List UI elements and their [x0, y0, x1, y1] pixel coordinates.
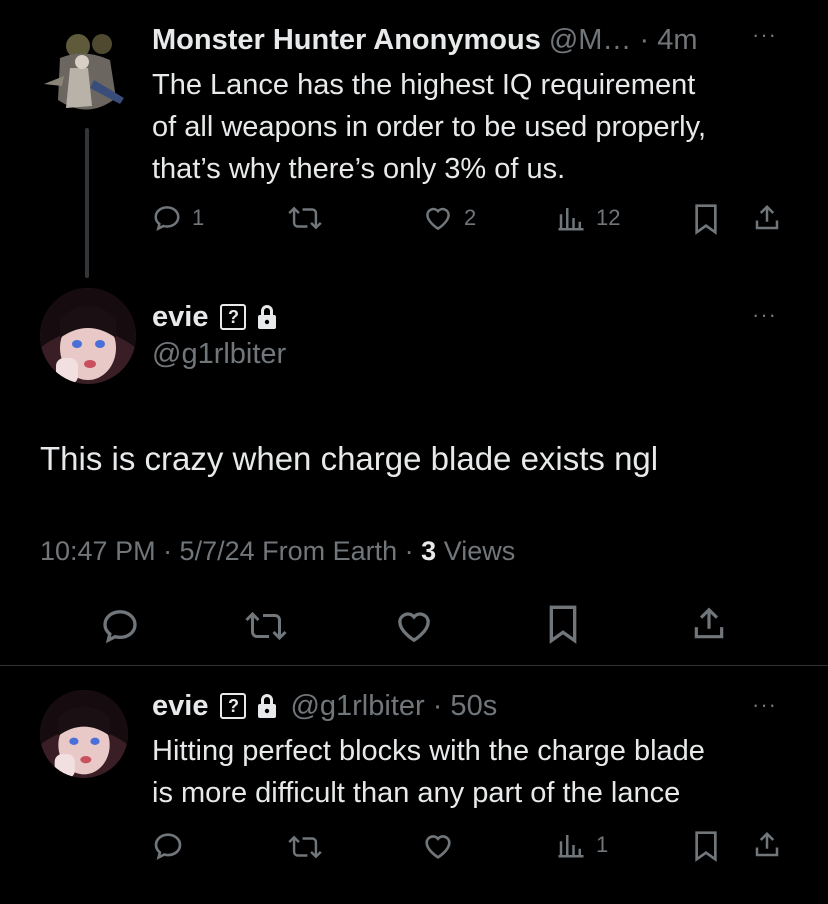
tweet1-author[interactable]: Monster Hunter Anonymous [152, 24, 541, 57]
tweet1-views-count: 12 [596, 205, 621, 230]
reply-text: Hitting perfect blocks with the charge b… [152, 730, 705, 814]
share-icon [755, 204, 779, 230]
tweet1-text: The Lance has the highest IQ requirement… [152, 64, 706, 190]
tweet1-bookmark-button[interactable] [692, 203, 720, 235]
help-badge-icon: ? [220, 693, 247, 719]
tweet1-like-button[interactable]: 2 [422, 203, 476, 233]
main-tweet-handle[interactable]: @g1rlbiter [152, 338, 286, 371]
tweet1-more-button[interactable]: ··· [752, 22, 777, 48]
main-like-button[interactable] [394, 606, 434, 646]
lock-icon [256, 304, 278, 330]
reply-views-count: 1 [596, 832, 609, 857]
main-share-button[interactable] [690, 604, 728, 644]
main-bookmark-button[interactable] [546, 604, 580, 644]
main-tweet-author[interactable]: evie [152, 301, 208, 334]
reply-share-button[interactable] [752, 829, 782, 861]
reply-header: evie ? @g1rlbiter · 50s [152, 689, 497, 723]
views-icon [556, 203, 586, 233]
bookmark-icon [549, 605, 577, 644]
evie-avatar-image [40, 288, 136, 384]
main-tweet-meta: 10:47 PM · 5/7/24 From Earth · 3 Views [40, 536, 515, 567]
reply-text-line: Hitting perfect blocks with the charge b… [152, 735, 705, 767]
reply-icon [103, 610, 137, 644]
tweet1-text-line: that’s why there’s only 3% of us. [152, 153, 566, 185]
reply-handle-time[interactable]: @g1rlbiter · 50s [290, 690, 497, 723]
tweet1-text-line: The Lance has the highest IQ requirement [152, 69, 696, 101]
share-icon [694, 607, 724, 639]
reply-more-button[interactable]: ··· [752, 692, 777, 718]
evie-avatar-image [40, 690, 128, 778]
heart-icon [422, 203, 454, 233]
tweet1-reply-button[interactable]: 1 [152, 203, 204, 233]
main-repost-button[interactable] [244, 608, 288, 644]
tweet1-share-button[interactable] [752, 202, 782, 234]
tweet1-handle-time[interactable]: @M… · 4m [549, 24, 698, 57]
monster-hunter-avatar-image [40, 28, 128, 120]
main-tweet-views-label: Views [436, 536, 516, 566]
help-badge-icon: ? [220, 304, 247, 330]
tweet1-reply-count: 1 [192, 205, 205, 230]
reply-reply-button[interactable] [152, 830, 184, 862]
heart-icon [425, 835, 451, 859]
avatar-evie-reply[interactable] [40, 690, 128, 778]
lock-icon [256, 693, 278, 719]
tweet1-header: Monster Hunter Anonymous @M… · 4m [152, 22, 697, 58]
avatar-evie[interactable] [40, 288, 136, 384]
repost-icon [245, 611, 287, 641]
main-tweet-text: This is crazy when charge blade exists n… [40, 440, 659, 477]
bookmark-icon [695, 831, 717, 862]
repost-icon [288, 835, 322, 859]
tweet1-like-count: 2 [464, 205, 477, 230]
main-tweet-more-button[interactable]: ··· [752, 302, 777, 328]
reply-icon [152, 203, 182, 233]
avatar-monster-hunter[interactable] [40, 28, 128, 120]
tweet1-repost-button[interactable] [288, 203, 322, 233]
thread-line [85, 128, 89, 278]
divider [0, 665, 828, 666]
repost-icon [288, 206, 322, 230]
reply-like-button[interactable] [422, 830, 454, 862]
heart-icon [398, 612, 430, 643]
bookmark-icon [695, 204, 717, 235]
tweet1-views-button[interactable]: 12 [556, 203, 620, 233]
main-reply-button[interactable] [100, 606, 140, 646]
main-tweet-timestamp: 10:47 PM · 5/7/24 From Earth · [40, 536, 422, 566]
reply-views-button[interactable]: 1 [556, 830, 608, 860]
reply-text-line: is more difficult than any part of the l… [152, 777, 681, 809]
reply-icon [154, 833, 182, 860]
views-icon [556, 830, 586, 860]
share-icon [755, 831, 779, 857]
main-tweet-header: evie ? [152, 300, 278, 334]
reply-bookmark-button[interactable] [692, 830, 720, 862]
main-tweet-views-count: 3 [421, 536, 437, 566]
reply-repost-button[interactable] [288, 832, 322, 862]
tweet1-text-line: of all weapons in order to be used prope… [152, 111, 707, 143]
reply-author[interactable]: evie [152, 690, 208, 723]
